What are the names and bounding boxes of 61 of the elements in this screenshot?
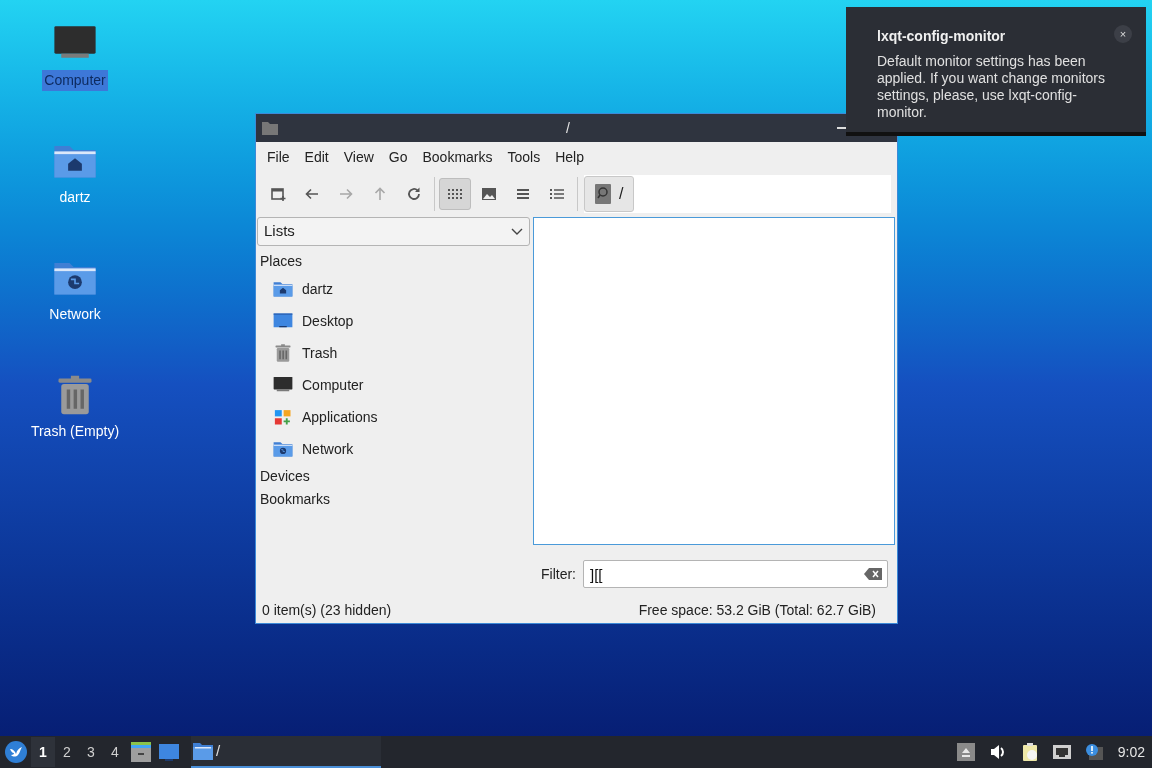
file-cabinet-icon[interactable] xyxy=(130,741,152,763)
filter-field[interactable]: ][[ xyxy=(583,560,888,588)
path-segment-button[interactable]: / xyxy=(584,176,635,212)
clear-icon[interactable] xyxy=(864,568,882,580)
place-item[interactable]: Applications xyxy=(260,401,530,433)
clipboard-icon[interactable] xyxy=(1020,743,1039,761)
place-item[interactable]: dartz xyxy=(260,273,530,305)
icon-grid-icon xyxy=(447,186,463,202)
network-port-icon[interactable] xyxy=(1052,743,1071,761)
menu-item[interactable]: File xyxy=(260,146,297,168)
filter-label: Filter: xyxy=(541,564,576,584)
desktop-icon-label[interactable]: Trash (Empty) xyxy=(28,421,122,442)
start-menu-icon[interactable] xyxy=(5,741,27,763)
trash-can-icon xyxy=(273,343,293,363)
menu-item[interactable]: Bookmarks xyxy=(415,146,500,168)
window-title: / xyxy=(566,119,570,138)
place-item[interactable]: Trash xyxy=(260,337,530,369)
menu-item[interactable]: Tools xyxy=(500,146,548,168)
side-pane-dropdown[interactable]: Lists xyxy=(257,217,530,246)
list-icon xyxy=(515,186,531,202)
forward-arrow-icon xyxy=(338,186,354,202)
section-header[interactable]: Bookmarks xyxy=(260,488,530,511)
close-button[interactable]: × xyxy=(1114,25,1132,43)
applications-icon xyxy=(273,407,293,427)
reload-icon xyxy=(406,186,422,202)
folder-icon xyxy=(193,742,213,760)
detailed-list-icon xyxy=(549,186,565,202)
menu-item[interactable]: View xyxy=(336,146,381,168)
chevron-down-icon xyxy=(511,227,523,236)
up-arrow-icon xyxy=(372,186,388,202)
drive-icon xyxy=(595,184,611,204)
notification-message: Default monitor settings has been applied. If you want change monitors settings, please, use lxqt-config-monitor. xyxy=(877,53,1107,121)
place-item[interactable]: Desktop xyxy=(260,305,530,337)
status-text: 0 item(s) (23 hidden) xyxy=(262,600,392,620)
free-space-text: Free space: 53.2 GiB (Total: 62.7 GiB) xyxy=(638,600,876,620)
workspace-button[interactable]: 3 xyxy=(79,737,103,767)
menu-item[interactable]: Go xyxy=(381,146,415,168)
icon-grid-button[interactable] xyxy=(439,178,471,210)
eject-icon[interactable] xyxy=(956,743,975,761)
place-item[interactable]: Computer xyxy=(260,369,530,401)
notification-title: lxqt-config-monitor xyxy=(877,27,1007,46)
clock[interactable]: 9:02 xyxy=(1117,741,1145,763)
desktop-icon[interactable] xyxy=(158,741,180,763)
volume-icon[interactable] xyxy=(988,743,1007,761)
taskbar-window-button[interactable]: / xyxy=(191,736,381,768)
desktop-icon-label[interactable]: Network xyxy=(47,304,103,325)
menu-item[interactable]: Help xyxy=(548,146,591,168)
back-arrow-icon xyxy=(304,186,320,202)
image-icon xyxy=(481,186,497,202)
workspace-button[interactable]: 4 xyxy=(103,737,127,767)
menu-item[interactable]: Edit xyxy=(297,146,336,168)
folder-icon xyxy=(262,121,278,135)
section-header[interactable]: Devices xyxy=(260,465,530,488)
new-tab-icon xyxy=(270,186,286,202)
workspace-button[interactable]: 1 xyxy=(31,737,55,767)
workspace-button[interactable]: 2 xyxy=(55,737,79,767)
section-header[interactable]: Places xyxy=(260,250,530,273)
info-icon[interactable] xyxy=(1084,743,1103,761)
home-folder-icon xyxy=(273,279,293,299)
network-folder-icon xyxy=(273,439,293,459)
place-item[interactable]: Network xyxy=(260,433,530,465)
